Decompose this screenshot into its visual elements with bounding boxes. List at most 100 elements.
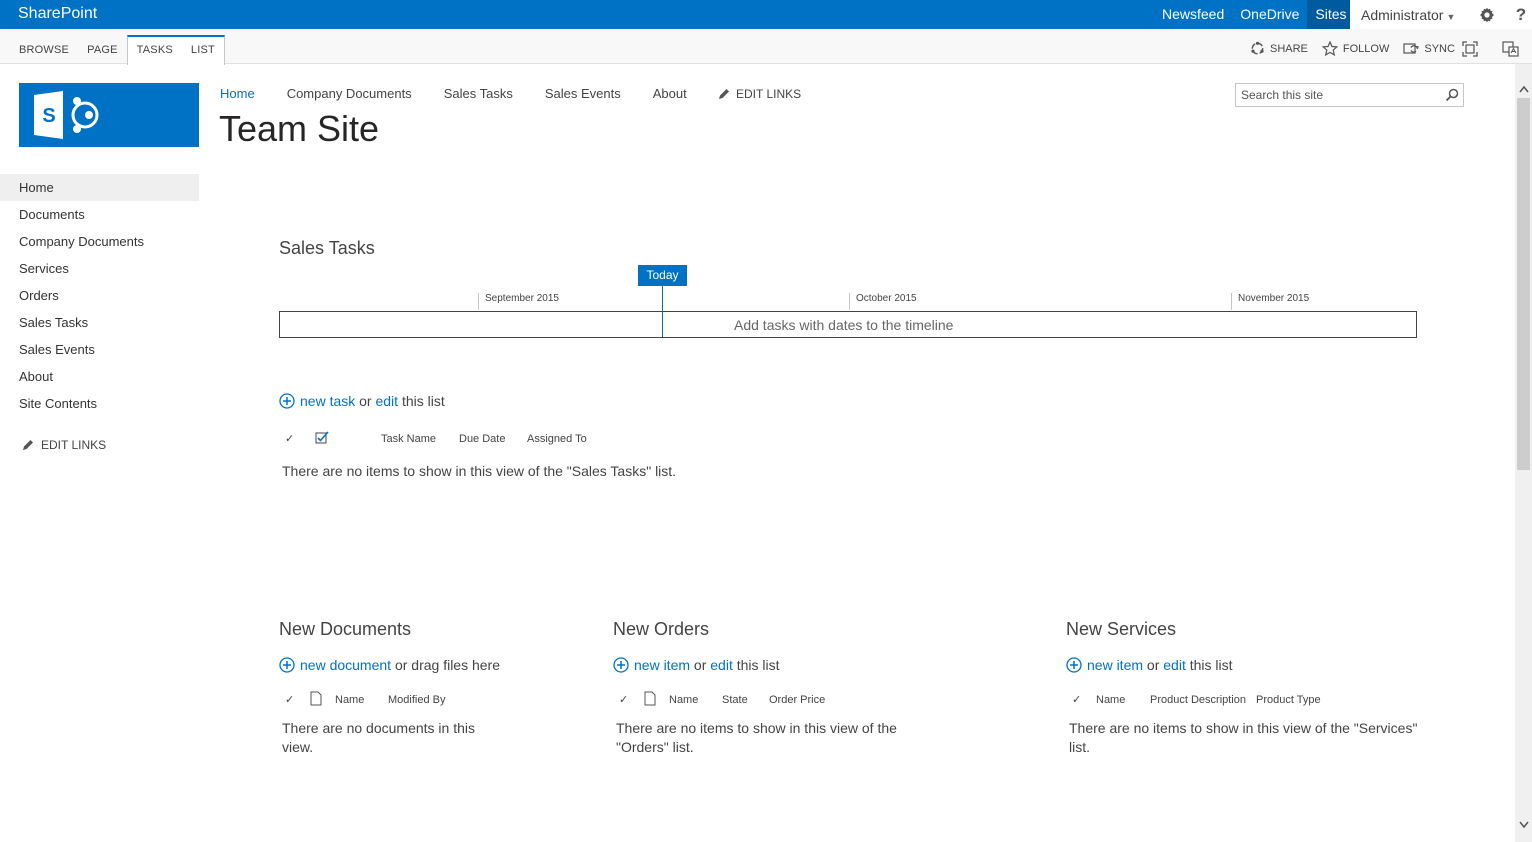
new-services-empty-message: There are no items to show in this view … — [1069, 720, 1418, 755]
edit-links-left-button[interactable]: EDIT LINKS — [21, 438, 106, 452]
document-type-icon — [310, 691, 322, 709]
new-task-link[interactable]: new task — [300, 393, 355, 409]
this-list-text: this list — [401, 393, 445, 409]
question-mark-icon[interactable]: ? — [1511, 5, 1531, 25]
user-name: Administrator — [1361, 6, 1444, 23]
left-nav-services[interactable]: Services — [0, 255, 199, 282]
add-circle-icon[interactable] — [279, 657, 295, 673]
edit-list-link[interactable]: edit — [710, 657, 733, 673]
edit-links-top-button[interactable]: EDIT LINKS — [717, 87, 801, 101]
or-text: or — [693, 657, 707, 673]
edit-list-link[interactable]: edit — [1163, 657, 1186, 673]
add-circle-icon[interactable] — [1066, 657, 1082, 673]
new-services-column-headers: ✓ Name Product Description Product Type — [1066, 693, 1366, 709]
new-documents-title[interactable]: New Documents — [279, 619, 411, 640]
column-product-description[interactable]: Product Description — [1150, 694, 1246, 706]
sync-icon — [1403, 43, 1420, 54]
star-icon — [1321, 41, 1338, 56]
search-input[interactable] — [1236, 84, 1436, 106]
column-name[interactable]: Name — [335, 694, 364, 706]
new-services-new-line: new item or edit this list — [1066, 657, 1233, 673]
drag-files-text: or drag files here — [394, 657, 501, 673]
edit-links-top-label: EDIT LINKS — [736, 87, 802, 101]
select-all-check-icon[interactable]: ✓ — [619, 693, 628, 706]
left-nav-sales-tasks[interactable]: Sales Tasks — [0, 309, 199, 336]
column-task-name[interactable]: Task Name — [381, 433, 436, 445]
tab-list[interactable]: LIST — [181, 35, 225, 65]
this-list-text: this list — [1189, 657, 1233, 673]
top-nav-sales-events[interactable]: Sales Events — [545, 86, 621, 101]
left-nav-orders[interactable]: Orders — [0, 282, 199, 309]
column-name[interactable]: Name — [1096, 694, 1125, 706]
left-nav-documents[interactable]: Documents — [0, 201, 199, 228]
column-product-type[interactable]: Product Type — [1256, 694, 1321, 706]
translate-icon[interactable] — [1502, 41, 1519, 62]
left-nav-about[interactable]: About — [0, 363, 199, 390]
select-all-check-icon[interactable]: ✓ — [1072, 693, 1081, 706]
left-nav-company-documents[interactable]: Company Documents — [0, 228, 199, 255]
document-type-icon — [644, 691, 656, 709]
column-assigned-to[interactable]: Assigned To — [527, 433, 587, 445]
share-icon — [1251, 41, 1264, 55]
top-nav-home[interactable]: Home — [220, 86, 255, 101]
search-box — [1235, 83, 1464, 107]
sharepoint-logo-icon: S — [34, 91, 99, 139]
ribbon-actions: SHARE FOLLOW SYNC — [1250, 41, 1469, 56]
column-due-date[interactable]: Due Date — [459, 433, 505, 445]
left-nav-home[interactable]: Home — [0, 174, 199, 201]
new-documents-new-line: new document or drag files here — [279, 657, 500, 673]
new-item-link[interactable]: new item — [1087, 657, 1143, 673]
new-document-link[interactable]: new document — [300, 657, 391, 673]
select-all-check-icon[interactable]: ✓ — [285, 693, 294, 706]
tab-browse[interactable]: BROWSE — [10, 35, 78, 63]
top-nav-sales-tasks[interactable]: Sales Tasks — [444, 86, 513, 101]
add-circle-icon[interactable] — [613, 657, 629, 673]
sharepoint-brand[interactable]: SharePoint — [18, 5, 97, 23]
scroll-down-arrow-icon[interactable] — [1519, 816, 1529, 834]
column-modified-by[interactable]: Modified By — [388, 694, 445, 706]
vertical-scrollbar[interactable] — [1515, 64, 1532, 842]
scroll-up-arrow-icon[interactable] — [1519, 80, 1529, 98]
column-order-price[interactable]: Order Price — [769, 694, 825, 706]
timeline-today-marker: Today — [638, 265, 687, 286]
scroll-thumb[interactable] — [1517, 98, 1530, 470]
left-nav-sales-events[interactable]: Sales Events — [0, 336, 199, 363]
site-title[interactable]: Team Site — [219, 108, 379, 150]
tab-page[interactable]: PAGE — [78, 35, 127, 63]
gear-icon[interactable] — [1477, 5, 1497, 25]
follow-button[interactable]: FOLLOW — [1321, 41, 1389, 56]
search-icon[interactable] — [1445, 88, 1459, 107]
or-text: or — [359, 393, 372, 409]
site-logo[interactable]: S — [19, 83, 199, 147]
pencil-icon — [719, 88, 729, 99]
sales-tasks-title[interactable]: Sales Tasks — [279, 238, 375, 259]
new-orders-title[interactable]: New Orders — [613, 619, 709, 640]
focus-on-content-icon[interactable] — [1462, 41, 1478, 62]
top-nav-about[interactable]: About — [653, 86, 687, 101]
timeline-month-september: September 2015 — [478, 293, 559, 310]
suite-link-onedrive[interactable]: OneDrive — [1232, 0, 1307, 29]
column-name[interactable]: Name — [669, 694, 698, 706]
task-complete-icon[interactable] — [315, 431, 330, 448]
sync-button[interactable]: SYNC — [1403, 41, 1455, 56]
new-services-title[interactable]: New Services — [1066, 619, 1176, 640]
user-menu[interactable]: Administrator ▼ — [1350, 7, 1469, 23]
ribbon: BROWSE PAGE TASKS LIST SHARE FOLLOW SYNC — [0, 29, 1532, 65]
top-nav-company-documents[interactable]: Company Documents — [287, 86, 412, 101]
edit-links-left-label: EDIT LINKS — [41, 438, 107, 452]
left-nav-site-contents[interactable]: Site Contents — [0, 390, 199, 417]
or-text: or — [1146, 657, 1160, 673]
suite-links: Newsfeed OneDrive Sites — [1154, 0, 1355, 29]
suite-link-sites[interactable]: Sites — [1307, 0, 1355, 29]
edit-list-link[interactable]: edit — [375, 393, 398, 409]
column-state[interactable]: State — [722, 694, 748, 706]
share-button[interactable]: SHARE — [1250, 41, 1308, 56]
sales-tasks-new-line: new task or edit this list — [279, 393, 445, 409]
tab-tasks[interactable]: TASKS — [126, 35, 182, 65]
add-circle-icon[interactable] — [279, 393, 295, 409]
new-documents-empty-message: There are no documents in this view. — [282, 720, 475, 755]
top-navigation: Home Company Documents Sales Tasks Sales… — [220, 86, 719, 101]
suite-link-newsfeed[interactable]: Newsfeed — [1154, 0, 1232, 29]
new-item-link[interactable]: new item — [634, 657, 690, 673]
select-all-check-icon[interactable]: ✓ — [285, 432, 294, 445]
